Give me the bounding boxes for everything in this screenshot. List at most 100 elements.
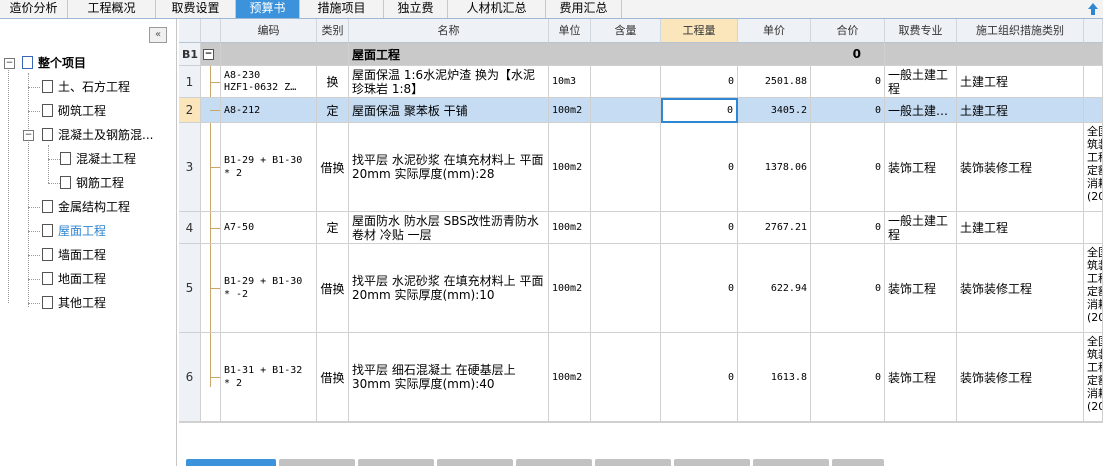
cell-unit[interactable]: 10m3 [549, 66, 591, 98]
cell-measure-category[interactable]: 土建工程 [957, 98, 1084, 123]
table-row[interactable]: 4 A7-50 定 屋面防水 防水层 SBS改性沥青防水卷材 冷贴 一层 100… [179, 212, 1103, 244]
cell-code[interactable]: A7-50 [221, 212, 317, 244]
cell-measure-category[interactable]: 土建工程 [957, 66, 1084, 98]
cell-fee-category[interactable]: 装饰工程 [885, 244, 957, 333]
header-unit-price[interactable]: 单价 [738, 19, 811, 43]
cell-unit-price[interactable]: 2501.88 [738, 66, 811, 98]
cell-type[interactable]: 换 [317, 66, 349, 98]
header-total-price[interactable]: 合价 [811, 19, 885, 43]
header-type[interactable]: 类别 [317, 19, 349, 43]
cell-unit-price[interactable]: 1378.06 [738, 123, 811, 212]
tab-independent-fee[interactable]: 独立费 [384, 0, 448, 18]
tree-item-metal-structure[interactable]: 金属结构工程 [42, 197, 130, 217]
tab-budget-book[interactable]: 预算书 [236, 0, 300, 18]
cell-measure-category[interactable]: 土建工程 [957, 212, 1084, 244]
bottom-tab[interactable] [832, 459, 884, 466]
tree-item-wall[interactable]: 墙面工程 [42, 245, 106, 265]
header-code[interactable]: 编码 [221, 19, 317, 43]
up-arrow-icon[interactable] [1087, 2, 1099, 16]
table-row[interactable]: 5 B1-29 + B1-30 * -2 借换 找平层 水泥砂浆 在填充材料上 … [179, 244, 1103, 333]
cell-name[interactable]: 屋面保温 1:6水泥炉渣 换为【水泥珍珠岩 1:8】 [349, 66, 549, 98]
cell-content[interactable] [591, 66, 661, 98]
cell-total-price[interactable]: 0 [811, 333, 885, 422]
header-measure-category[interactable]: 施工组织措施类别 [957, 19, 1084, 43]
cell-quantity[interactable]: 0 [661, 66, 738, 98]
cell-content[interactable] [591, 333, 661, 422]
cell-type[interactable]: 借换 [317, 333, 349, 422]
tree-item-floor[interactable]: 地面工程 [42, 269, 106, 289]
bottom-tab[interactable] [279, 459, 355, 466]
header-content[interactable]: 含量 [591, 19, 661, 43]
cell-type[interactable]: 借换 [317, 244, 349, 333]
group-row[interactable]: B1 − 屋面工程 0 [179, 43, 1103, 66]
cell-content[interactable] [591, 123, 661, 212]
tree-toggle-concrete[interactable]: − [23, 130, 34, 141]
cell-code[interactable]: A8-230 HZF1-0632 Z… [221, 66, 317, 98]
cell-unit[interactable]: 100m2 [549, 212, 591, 244]
cell-unit[interactable]: 100m2 [549, 123, 591, 212]
bottom-tab[interactable] [358, 459, 434, 466]
cell-name[interactable]: 找平层 水泥砂浆 在填充材料上 平面 20mm 实际厚度(mm):28 [349, 123, 549, 212]
cell-unit[interactable]: 100m2 [549, 244, 591, 333]
tree-toggle-root[interactable]: − [4, 58, 15, 69]
tree-item-earthwork[interactable]: 土、石方工程 [42, 77, 130, 97]
cell-fee-category[interactable]: 装饰工程 [885, 333, 957, 422]
tree-item-rebar[interactable]: 钢筋工程 [60, 173, 124, 193]
cell-content[interactable] [591, 98, 661, 123]
cell-quantity[interactable]: 0 [661, 212, 738, 244]
table-row[interactable]: 6 B1-31 + B1-32 * 2 借换 找平层 细石混凝土 在硬基层上 3… [179, 333, 1103, 422]
bottom-tab[interactable] [516, 459, 592, 466]
cell-total-price[interactable]: 0 [811, 98, 885, 123]
cell-measure-category[interactable]: 装饰装修工程 [957, 244, 1084, 333]
cell-unit[interactable]: 100m2 [549, 333, 591, 422]
cell-name[interactable]: 找平层 细石混凝土 在硬基层上 30mm 实际厚度(mm):40 [349, 333, 549, 422]
tab-project-overview[interactable]: 工程概况 [68, 0, 156, 18]
cell-name[interactable]: 屋面保温 聚苯板 干铺 [349, 98, 549, 123]
tree-item-masonry[interactable]: 砌筑工程 [42, 101, 106, 121]
cell-unit-price[interactable]: 1613.8 [738, 333, 811, 422]
table-row-selected[interactable]: 2 A8-212 定 屋面保温 聚苯板 干铺 100m2 0 3405.2 0 … [179, 98, 1103, 123]
cell-unit-price[interactable]: 3405.2 [738, 98, 811, 123]
cell-measure-category[interactable]: 装饰装修工程 [957, 123, 1084, 212]
cell-content[interactable] [591, 244, 661, 333]
cell-type[interactable]: 借换 [317, 123, 349, 212]
cell-unit[interactable]: 100m2 [549, 98, 591, 123]
tree-item-other[interactable]: 其他工程 [42, 293, 106, 313]
cell-fee-category[interactable]: 一般土建… [885, 98, 957, 123]
cell-total-price[interactable]: 0 [811, 244, 885, 333]
bottom-tab-active[interactable] [186, 459, 276, 466]
tree-item-concrete-rebar[interactable]: 混凝土及钢筋混... [42, 125, 153, 145]
bottom-tab[interactable] [753, 459, 829, 466]
tab-fee-settings[interactable]: 取费设置 [156, 0, 236, 18]
header-quantity[interactable]: 工程量 [661, 19, 738, 43]
cell-code[interactable]: B1-29 + B1-30 * -2 [221, 244, 317, 333]
cell-fee-category[interactable]: 一般土建工程 [885, 66, 957, 98]
cell-total-price[interactable]: 0 [811, 123, 885, 212]
tab-fee-summary[interactable]: 费用汇总 [546, 0, 622, 18]
tree-node-root[interactable]: 整个项目 [22, 53, 86, 73]
cell-name[interactable]: 找平层 水泥砂浆 在填充材料上 平面 20mm 实际厚度(mm):10 [349, 244, 549, 333]
cell-unit-price[interactable]: 622.94 [738, 244, 811, 333]
header-name[interactable]: 名称 [349, 19, 549, 43]
cell-name[interactable]: 屋面防水 防水层 SBS改性沥青防水卷材 冷贴 一层 [349, 212, 549, 244]
cell-measure-category[interactable]: 装饰装修工程 [957, 333, 1084, 422]
tree-item-concrete[interactable]: 混凝土工程 [60, 149, 136, 169]
cell-code[interactable]: B1-29 + B1-30 * 2 [221, 123, 317, 212]
bottom-tab[interactable] [595, 459, 671, 466]
cell-type[interactable]: 定 [317, 98, 349, 123]
tab-labor-material-summary[interactable]: 人材机汇总 [448, 0, 546, 18]
table-row[interactable]: 3 B1-29 + B1-30 * 2 借换 找平层 水泥砂浆 在填充材料上 平… [179, 123, 1103, 212]
cell-quantity[interactable]: 0 [661, 333, 738, 422]
cell-fee-category[interactable]: 一般土建工程 [885, 212, 957, 244]
tab-cost-analysis[interactable]: 造价分析 [0, 0, 68, 18]
cell-content[interactable] [591, 212, 661, 244]
cell-unit-price[interactable]: 2767.21 [738, 212, 811, 244]
header-fee-category[interactable]: 取费专业 [885, 19, 957, 43]
quantity-input[interactable]: 0 [661, 98, 738, 123]
header-unit[interactable]: 单位 [549, 19, 591, 43]
cell-type[interactable]: 定 [317, 212, 349, 244]
cell-fee-category[interactable]: 装饰工程 [885, 123, 957, 212]
collapse-panel-button[interactable]: « [149, 27, 167, 43]
tree-item-roofing[interactable]: 屋面工程 [42, 221, 106, 241]
bottom-tab[interactable] [437, 459, 513, 466]
